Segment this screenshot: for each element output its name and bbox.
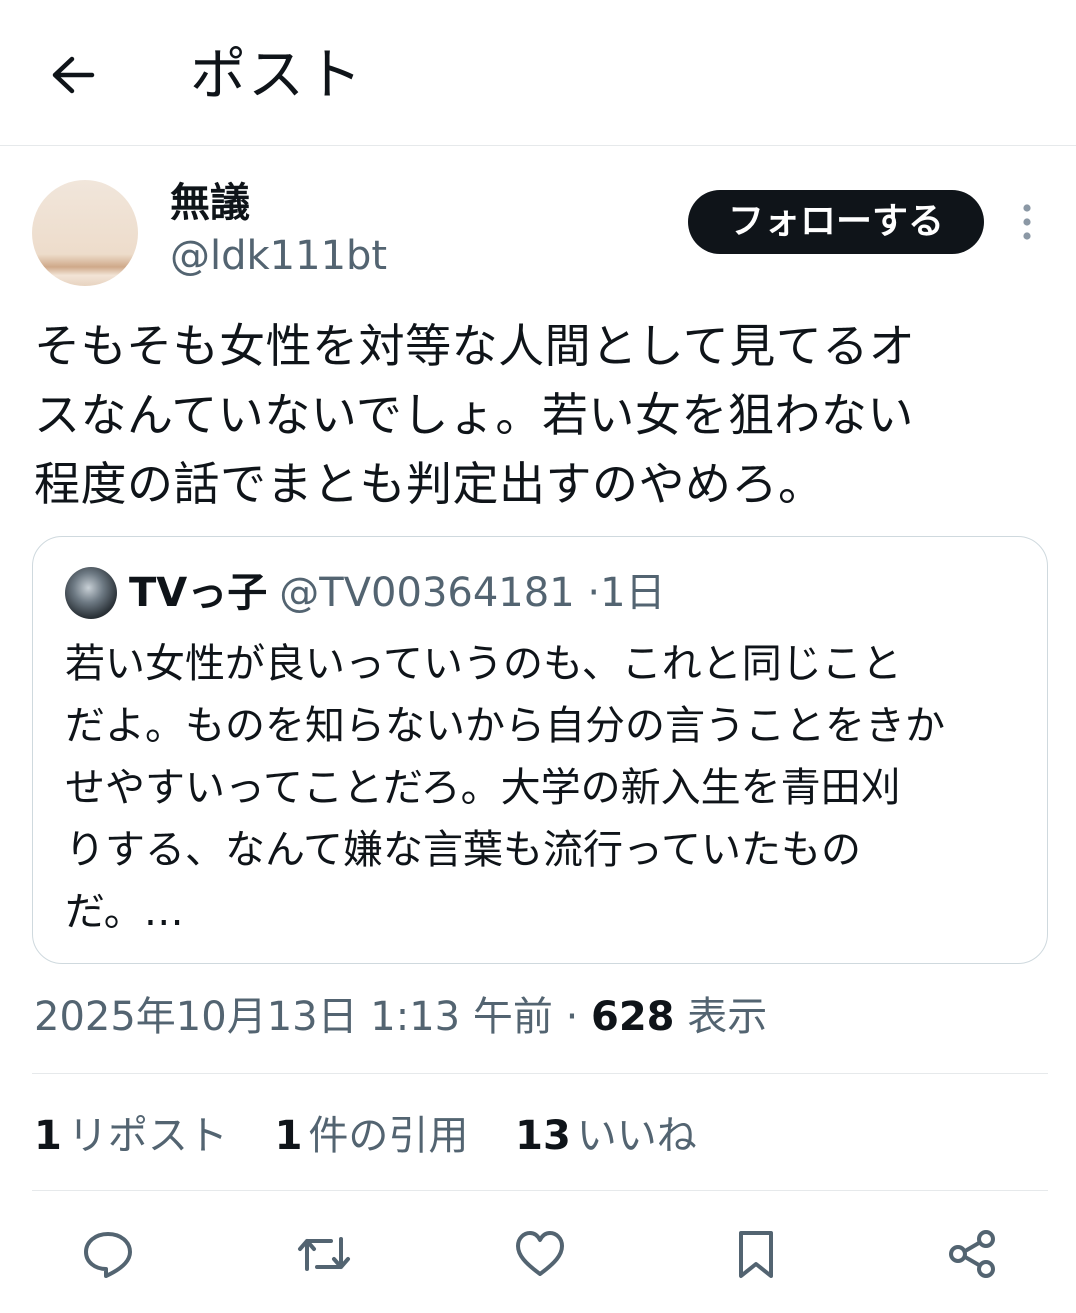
back-button[interactable] (42, 46, 104, 104)
vertical-dots-icon (1022, 203, 1032, 241)
author-display-name[interactable]: 無議 (170, 180, 250, 226)
repost-arrows-icon (295, 1229, 353, 1279)
quoted-post-card[interactable]: TVっ子 @TV00364181 ·1日 若い女性が良いっていうのも、これと同じこ… (32, 536, 1048, 964)
reposts-label: リポスト (67, 1113, 228, 1159)
repost-button[interactable] (292, 1222, 356, 1286)
top-bar: ポスト (0, 0, 1076, 146)
post-timestamp[interactable]: 2025年10月13日 1:13 午前 (34, 994, 553, 1040)
post-text: そもそも女性を対等な人間として見てるオ スなんていないでしょ。若い女を狙わない … (34, 319, 916, 511)
heart-icon (513, 1229, 567, 1279)
divider (32, 1190, 1048, 1191)
likes-stat[interactable]: 13 いいね (515, 1113, 697, 1159)
share-button[interactable] (940, 1222, 1004, 1286)
author-avatar[interactable] (32, 180, 138, 286)
reposts-count: 1 (34, 1113, 62, 1159)
reposts-stat[interactable]: 1 リポスト (34, 1113, 228, 1159)
timestamp-separator: · (565, 994, 579, 1040)
reply-button[interactable] (76, 1222, 140, 1286)
views-label: 表示 (687, 994, 768, 1040)
page-title: ポスト (190, 43, 364, 108)
divider (32, 1073, 1048, 1074)
likes-count: 13 (515, 1113, 571, 1159)
bookmark-icon (735, 1228, 777, 1280)
quoted-post-header: TVっ子 @TV00364181 ·1日 (129, 565, 666, 621)
follow-button[interactable]: フォローする (688, 190, 984, 254)
engagement-stats: 1 リポスト 1 件の引用 13 いいね (34, 1108, 731, 1164)
quoted-author-name: TVっ子 (129, 570, 268, 616)
quoted-meta-separator: · (587, 570, 601, 616)
like-button[interactable] (508, 1222, 572, 1286)
quotes-stat[interactable]: 1 件の引用 (275, 1113, 469, 1159)
more-options-button[interactable] (1010, 198, 1044, 246)
arrow-left-icon (50, 55, 96, 95)
quotes-label: 件の引用 (308, 1113, 469, 1159)
share-nodes-icon (945, 1227, 999, 1281)
speech-bubble-icon (81, 1229, 135, 1279)
quoted-author-handle: @TV00364181 (279, 570, 575, 616)
likes-label: いいね (576, 1113, 697, 1159)
quoted-post-time: 1日 (600, 570, 666, 616)
quoted-author-avatar (65, 567, 117, 619)
post-timestamp-row: 2025年10月13日 1:13 午前 · 628 表示 (34, 990, 767, 1044)
views-count: 628 (591, 994, 675, 1040)
quoted-post-text: 若い女性が良いっていうのも、これと同じこと だよ。ものを知らないから自分の言うこ… (65, 641, 945, 935)
author-handle[interactable]: @ldk111bt (170, 232, 387, 280)
bookmark-button[interactable] (724, 1222, 788, 1286)
quotes-count: 1 (274, 1113, 303, 1159)
